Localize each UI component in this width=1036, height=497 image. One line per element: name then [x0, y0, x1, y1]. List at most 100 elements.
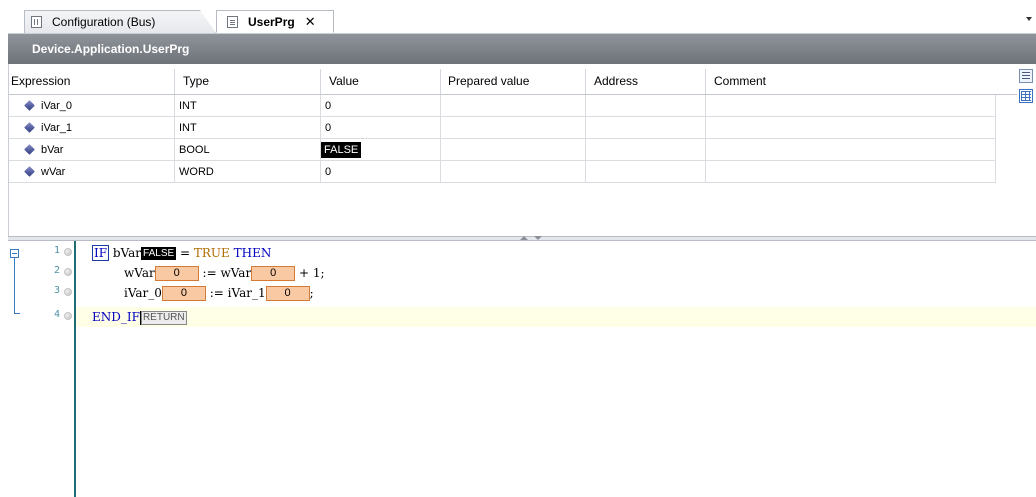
expression-cell: bVar: [9, 139, 175, 161]
line-number: 1: [53, 245, 60, 256]
type-cell: INT: [175, 117, 321, 139]
view-toolbar: [1019, 69, 1034, 109]
comment-cell: [706, 117, 996, 139]
prepared-value-cell[interactable]: [441, 95, 586, 117]
fold-gutter: [8, 241, 24, 497]
expression-text: bVar: [41, 143, 64, 156]
breakpoint-marker[interactable]: [64, 248, 72, 256]
watch-list-panel: Expression Type Value Prepared value Add…: [8, 64, 1036, 236]
variable-icon: [24, 100, 35, 111]
value-cell: 0: [321, 161, 441, 183]
line-number: 4: [53, 309, 60, 320]
code-editor[interactable]: 1 2 3 4 IF bVar FALSE = TRUE THEN wVar 0 :…: [8, 241, 1036, 497]
grid-document-icon: [31, 16, 42, 28]
table-view-icon[interactable]: [1019, 89, 1033, 103]
identifier: iVar_0: [124, 286, 162, 300]
variable-icon: [24, 166, 35, 177]
address-cell: [586, 95, 706, 117]
expression-text: iVar_1: [41, 121, 72, 134]
code-line-1[interactable]: IF bVar FALSE = TRUE THEN: [92, 243, 271, 263]
code-line-3[interactable]: iVar_0 0 := iVar_1 0;: [124, 283, 314, 303]
prepared-value-cell[interactable]: [441, 117, 586, 139]
inline-monitor-value[interactable]: 0: [265, 286, 310, 301]
line-number: 2: [53, 265, 60, 276]
identifier: bVar: [112, 246, 142, 260]
inline-return-marker[interactable]: RETURN: [140, 310, 187, 325]
fold-range-line: [14, 258, 15, 314]
watch-table-header: Expression Type Value Prepared value Add…: [9, 69, 1017, 94]
address-cell: [586, 117, 706, 139]
variable-icon: [24, 122, 35, 133]
code-tail: + 1;: [295, 266, 325, 280]
code-line-4[interactable]: END_IF RETURN: [92, 307, 187, 327]
expression-cell: iVar_1: [9, 117, 175, 139]
line-number: 3: [53, 285, 60, 296]
value-cell: 0: [321, 95, 441, 117]
breakpoint-marker[interactable]: [64, 312, 72, 320]
tab-configuration-bus[interactable]: Configuration (Bus): [24, 10, 216, 33]
inline-monitor-value[interactable]: 0: [154, 266, 199, 281]
expression-cell: wVar: [9, 161, 175, 183]
prepared-value-cell[interactable]: [441, 139, 586, 161]
identifier: iVar_1: [227, 286, 266, 300]
breakpoint-marker[interactable]: [64, 288, 72, 296]
object-path: Device.Application.UserPrg: [32, 42, 190, 56]
comment-cell: [706, 161, 996, 183]
tab-label: UserPrg: [248, 14, 295, 29]
fold-range-end: [14, 313, 20, 314]
column-header-value[interactable]: Value: [321, 69, 441, 94]
tab-list-dropdown-icon[interactable]: [1026, 17, 1032, 21]
column-header-expression[interactable]: Expression: [9, 69, 175, 94]
keyword-end-if: END_IF: [92, 310, 140, 324]
variable-icon: [24, 144, 35, 155]
inline-monitor-value[interactable]: 0: [161, 286, 206, 301]
collapse-up-icon[interactable]: [520, 236, 528, 240]
editor-tab-bar: Configuration (Bus) UserPrg ✕: [0, 0, 1036, 34]
comment-cell: [706, 95, 996, 117]
operator: :=: [198, 266, 221, 280]
code-tail: ;: [309, 286, 314, 300]
column-header-comment[interactable]: Comment: [706, 69, 1017, 94]
keyword-if: IF: [92, 245, 110, 261]
close-icon[interactable]: ✕: [305, 14, 316, 30]
code-line-2[interactable]: wVar 0 := wVar 0 + 1;: [124, 263, 325, 283]
address-cell: [586, 161, 706, 183]
value-false-badge: FALSE: [321, 142, 362, 158]
object-path-header: Device.Application.UserPrg: [8, 34, 1036, 64]
table-row[interactable]: bVar BOOL FALSE: [9, 139, 996, 161]
type-cell: BOOL: [175, 139, 321, 161]
breakpoint-marker[interactable]: [64, 268, 72, 276]
keyword-then: THEN: [233, 246, 272, 260]
expression-cell: iVar_0: [9, 95, 175, 117]
operator: :=: [205, 286, 228, 300]
tab-label: Configuration (Bus): [52, 15, 156, 29]
inline-monitor-value[interactable]: 0: [251, 266, 296, 281]
expression-text: iVar_0: [41, 99, 72, 112]
inline-monitor-value[interactable]: FALSE: [141, 247, 177, 260]
comment-cell: [706, 139, 996, 161]
prepared-value-cell[interactable]: [441, 161, 586, 183]
value-cell: FALSE: [321, 139, 441, 161]
table-row[interactable]: wVar WORD 0: [9, 161, 996, 183]
editor-gutter-divider: [74, 241, 76, 497]
value-cell: 0: [321, 117, 441, 139]
type-cell: WORD: [175, 161, 321, 183]
type-cell: INT: [175, 95, 321, 117]
operator: =: [176, 246, 194, 260]
column-header-prepared-value[interactable]: Prepared value: [441, 69, 586, 94]
expression-text: wVar: [41, 165, 66, 178]
identifier: wVar: [124, 266, 155, 280]
collapse-down-icon[interactable]: [534, 236, 542, 240]
address-cell: [586, 139, 706, 161]
document-icon: [227, 15, 238, 28]
column-header-address[interactable]: Address: [586, 69, 706, 94]
current-line-highlight: [76, 307, 1036, 327]
table-row[interactable]: iVar_1 INT 0: [9, 117, 996, 139]
literal: TRUE: [193, 246, 230, 260]
table-row[interactable]: iVar_0 INT 0: [9, 95, 996, 117]
list-view-icon[interactable]: [1019, 69, 1033, 83]
column-header-type[interactable]: Type: [175, 69, 321, 94]
tab-userprg[interactable]: UserPrg ✕: [216, 10, 334, 33]
identifier: wVar: [220, 266, 252, 280]
fold-toggle-icon[interactable]: [10, 249, 19, 258]
